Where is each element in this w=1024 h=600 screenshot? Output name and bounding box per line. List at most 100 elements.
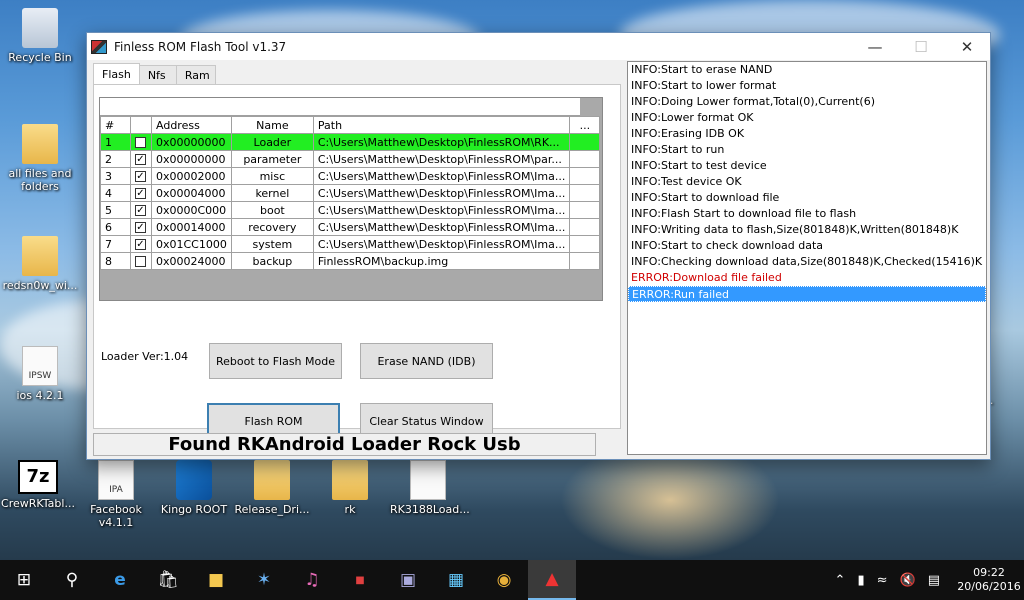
maximize-icon[interactable]: ☐ — [898, 33, 944, 60]
log-line-selected[interactable]: ERROR:Run failed — [628, 286, 986, 302]
7zip-icon: 7z — [18, 460, 58, 494]
control-panel-icon[interactable]: ▦ — [432, 560, 480, 600]
desktop-icon-redsn0w[interactable]: redsn0w_wi... — [2, 236, 78, 292]
tab-nfs[interactable]: Nfs — [138, 65, 177, 84]
table-row[interactable]: 8 0x00024000 backup FinlessROM\backup.im… — [100, 252, 601, 270]
photo-app-icon[interactable]: ▣ — [384, 560, 432, 600]
star-app-icon[interactable]: ✶ — [240, 560, 288, 600]
log-line-error[interactable]: ERROR:Download file failed — [628, 270, 986, 286]
cell-check[interactable]: ✓ — [130, 167, 152, 185]
cell-browse[interactable] — [569, 252, 601, 270]
table-row[interactable]: 4 ✓ 0x00004000 kernel C:\Users\Matthew\D… — [100, 184, 601, 202]
action-center-icon[interactable]: ▤ — [928, 573, 940, 588]
log-line[interactable]: INFO:Start to erase NAND — [628, 62, 986, 78]
windows-start-icon[interactable]: ⊞ — [0, 560, 48, 600]
volume-muted-icon[interactable]: 🔇 — [900, 573, 916, 588]
checkbox[interactable]: ✓ — [135, 188, 146, 199]
log-line[interactable]: INFO:Test device OK — [628, 174, 986, 190]
cell-check[interactable]: ✓ — [130, 201, 152, 219]
cell-check[interactable] — [130, 252, 152, 270]
checkbox[interactable]: ✓ — [135, 205, 146, 216]
cell-browse[interactable] — [569, 218, 601, 236]
cell-browse[interactable] — [569, 150, 601, 168]
reboot-to-flash-mode-button[interactable]: Reboot to Flash Mode — [209, 343, 342, 379]
log-line[interactable]: INFO:Checking download data,Size(801848)… — [628, 254, 986, 270]
tab-ram[interactable]: Ram — [175, 65, 216, 84]
col-header-address[interactable]: Address — [151, 116, 232, 134]
col-header-num[interactable]: # — [100, 116, 131, 134]
file-explorer-icon[interactable]: ■ — [192, 560, 240, 600]
checkbox[interactable] — [135, 137, 146, 148]
table-row[interactable]: 1 0x00000000 Loader C:\Users\Matthew\Des… — [100, 133, 601, 151]
log-line[interactable]: INFO:Start to lower format — [628, 78, 986, 94]
cell-check[interactable] — [130, 133, 152, 151]
log-line[interactable]: INFO:Doing Lower format,Total(0),Current… — [628, 94, 986, 110]
cell-check[interactable]: ✓ — [130, 235, 152, 253]
title-bar[interactable]: Finless ROM Flash Tool v1.37 — ☐ ✕ — [87, 33, 990, 60]
col-header-path[interactable]: Path — [312, 116, 571, 134]
desktop-icon-facebook[interactable]: IPA Facebook v4.1.1 — [78, 460, 154, 529]
cell-path: C:\Users\Matthew\Desktop\FinlessROM\par.… — [312, 150, 571, 168]
log-line[interactable]: INFO:Start to test device — [628, 158, 986, 174]
edge-browser-icon[interactable]: e — [96, 560, 144, 600]
erase-nand-button[interactable]: Erase NAND (IDB) — [360, 343, 493, 379]
log-line[interactable]: INFO:Start to check download data — [628, 238, 986, 254]
cell-address: 0x01CC1000 — [151, 235, 232, 253]
log-line[interactable]: INFO:Erasing IDB OK — [628, 126, 986, 142]
cell-browse[interactable] — [569, 201, 601, 219]
table-header-row: # Address Name Path ... — [100, 116, 601, 134]
itunes-icon[interactable]: ♫ — [288, 560, 336, 600]
table-row[interactable]: 6 ✓ 0x00014000 recovery C:\Users\Matthew… — [100, 218, 601, 236]
cell-browse[interactable] — [569, 235, 601, 253]
cell-name: boot — [230, 201, 314, 219]
table-row[interactable]: 2 ✓ 0x00000000 parameter C:\Users\Matthe… — [100, 150, 601, 168]
desktop-icon-crewrk[interactable]: 7z CrewRKTabl... — [0, 460, 76, 510]
desktop-icon-recycle-bin[interactable]: Recycle Bin — [2, 8, 78, 64]
checkbox[interactable]: ✓ — [135, 171, 146, 182]
log-line[interactable]: INFO:Flash Start to download file to fla… — [628, 206, 986, 222]
col-header-check[interactable] — [130, 116, 152, 134]
desktop-icon-ios[interactable]: IPSW ios 4.2.1 — [2, 346, 78, 402]
minimize-icon[interactable]: — — [852, 33, 898, 60]
cell-check[interactable]: ✓ — [130, 150, 152, 168]
chevron-up-icon[interactable]: ⌃ — [835, 573, 846, 588]
fun-app-icon[interactable]: ■ — [336, 560, 384, 600]
cell-check[interactable]: ✓ — [130, 218, 152, 236]
col-header-more[interactable]: ... — [569, 116, 601, 134]
desktop-icon-rk[interactable]: rk — [312, 460, 388, 516]
table-row[interactable]: 5 ✓ 0x0000C000 boot C:\Users\Matthew\Des… — [100, 201, 601, 219]
desktop-icon-label: Recycle Bin — [8, 51, 72, 64]
checkbox[interactable]: ✓ — [135, 222, 146, 233]
table-row[interactable]: 7 ✓ 0x01CC1000 system C:\Users\Matthew\D… — [100, 235, 601, 253]
desktop-icon-all-files[interactable]: all files and folders — [2, 124, 78, 193]
desktop-icon-kingo[interactable]: Kingo ROOT — [156, 460, 232, 516]
log-line[interactable]: INFO:Lower format OK — [628, 110, 986, 126]
desktop-icon-rk3188[interactable]: RK3188Load... — [390, 460, 470, 516]
checkbox[interactable]: ✓ — [135, 239, 146, 250]
search-icon[interactable]: ⚲ — [48, 560, 96, 600]
chrome-icon[interactable]: ◉ — [480, 560, 528, 600]
log-line[interactable]: INFO:Writing data to flash,Size(801848)K… — [628, 222, 986, 238]
wifi-icon[interactable]: ≈ — [877, 573, 888, 588]
cell-browse[interactable] — [569, 167, 601, 185]
log-line[interactable]: INFO:Start to run — [628, 142, 986, 158]
status-log-list[interactable]: INFO:Start to erase NAND INFO:Start to l… — [627, 61, 987, 455]
store-icon[interactable]: 🛍 — [144, 560, 192, 600]
cell-browse[interactable] — [569, 184, 601, 202]
log-line[interactable]: INFO:Start to download file — [628, 190, 986, 206]
tab-flash[interactable]: Flash — [93, 63, 140, 84]
cell-browse[interactable] — [569, 133, 601, 151]
cell-num: 7 — [100, 235, 131, 253]
close-icon[interactable]: ✕ — [944, 33, 990, 60]
taskbar: ⊞ ⚲ e 🛍 ■ ✶ ♫ ■ ▣ ▦ ◉ ▲ ⌃ ▮ ≈ 🔇 ▤ 09:22 … — [0, 560, 1024, 600]
cell-check[interactable]: ✓ — [130, 184, 152, 202]
checkbox[interactable] — [135, 256, 146, 267]
checkbox[interactable]: ✓ — [135, 154, 146, 165]
table-row[interactable]: 3 ✓ 0x00002000 misc C:\Users\Matthew\Des… — [100, 167, 601, 185]
battery-icon[interactable]: ▮ — [857, 573, 864, 588]
7zip-badge: 7z — [26, 466, 50, 487]
col-header-name[interactable]: Name — [230, 116, 314, 134]
desktop-icon-release[interactable]: Release_Dri... — [234, 460, 310, 516]
flash-tool-taskbar-icon[interactable]: ▲ — [528, 560, 576, 600]
clock[interactable]: 09:22 20/06/2016 — [954, 566, 1024, 594]
